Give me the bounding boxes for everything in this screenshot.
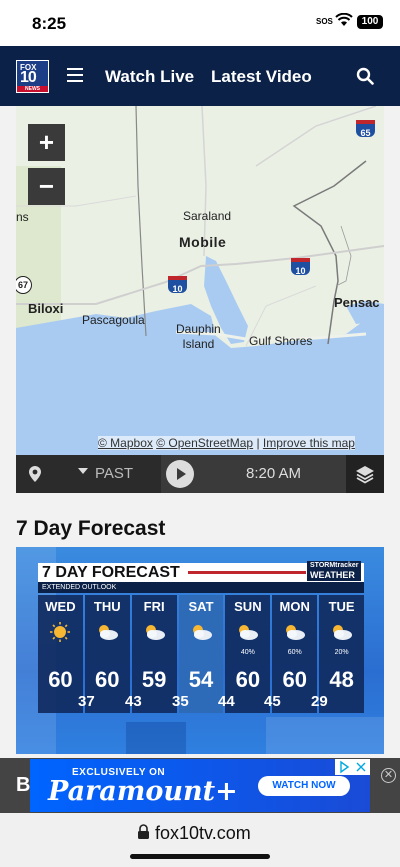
day-name: MON <box>279 599 310 614</box>
attribution-separator: | <box>256 436 260 450</box>
day-name: SUN <box>234 599 262 614</box>
stormtracker-logo: STORMtracker WEATHER <box>307 561 361 581</box>
map-label-mobile: Mobile <box>179 234 227 250</box>
high-temp: 59 <box>141 667 167 692</box>
wifi-icon <box>335 13 353 26</box>
ad-close-icon[interactable]: ✕ <box>381 768 396 783</box>
section-title-7-day-forecast: 7 Day Forecast <box>16 517 166 540</box>
map-base <box>16 106 384 455</box>
layers-icon <box>356 466 374 484</box>
improve-map-link[interactable]: Improve this map <box>263 436 355 450</box>
brand-bottom: WEATHER <box>310 570 355 580</box>
location-pin-icon[interactable] <box>28 465 42 483</box>
map-label-pascagoula: Pascagoula <box>82 313 145 327</box>
map-label-biloxi: Biloxi <box>28 301 64 316</box>
fox10-logo[interactable]: FOX 10 NEWS <box>16 60 49 93</box>
partly-cloudy-icon <box>192 625 212 640</box>
layers-button[interactable] <box>346 455 384 493</box>
seven-day-forecast-graphic[interactable]: 7 DAY FORECAST STORMtracker WEATHER EXTE… <box>16 547 384 754</box>
battery-indicator: 100 <box>357 15 383 29</box>
heading-accent <box>188 571 306 574</box>
lock-icon <box>138 824 149 839</box>
home-indicator[interactable] <box>130 854 270 859</box>
brand-top: STORMtracker <box>310 562 359 569</box>
day-name: FRI <box>143 599 165 614</box>
partly-cloudy-icon <box>333 625 353 640</box>
map-label-saraland: Saraland <box>183 209 232 223</box>
nav-link-watch-live[interactable]: Watch Live <box>105 67 194 87</box>
high-temp: 60 <box>95 667 120 692</box>
high-temp: 60 <box>48 667 73 692</box>
high-temp: 60 <box>235 667 261 692</box>
high-temp: 60 <box>282 667 307 692</box>
ad-brand: Paramount+ <box>48 776 238 807</box>
map-label-cut-city: ns <box>16 210 29 224</box>
openstreetmap-link[interactable]: © OpenStreetMap <box>156 436 253 450</box>
ad-watch-now-button[interactable]: WATCH NOW <box>258 776 350 796</box>
day-name: TUE <box>328 599 355 614</box>
paramount-plus-ad[interactable]: EXCLUSIVELY ON Paramount+ WATCH NOW <box>30 759 370 812</box>
playback-time: 8:20 AM <box>246 465 302 482</box>
day-name: SAT <box>188 599 214 614</box>
high-temp: 48 <box>329 667 354 692</box>
map-label-gulf-shores: Gulf Shores <box>249 334 313 348</box>
forecast-subheading: EXTENDED OUTLOOK <box>38 582 364 593</box>
partly-cloudy-icon <box>286 625 306 640</box>
status-bar: 8:25 SOS 100 <box>0 0 400 46</box>
menu-icon[interactable] <box>67 68 83 82</box>
radar-map[interactable]: + − ns Saraland Mobile Biloxi Pascagoula… <box>16 106 384 455</box>
low-temp: 29 <box>311 693 328 710</box>
low-temp: 35 <box>172 693 189 710</box>
interstate-10-shield-east: 10 <box>291 258 310 276</box>
mapbox-link[interactable]: © Mapbox <box>98 436 153 450</box>
bg-stripe <box>126 722 186 754</box>
logo-number: 10 <box>20 69 37 86</box>
caret-down-icon <box>78 468 88 474</box>
interstate-10-shield-west: 10 <box>168 276 187 294</box>
forecast-heading: 7 DAY FORECAST <box>42 564 180 581</box>
zoom-out-button[interactable]: − <box>28 168 65 205</box>
low-temps-row: 37 43 35 44 45 29 <box>38 693 364 713</box>
sunny-icon <box>50 622 70 642</box>
low-temp: 43 <box>125 693 142 710</box>
status-time: 8:25 <box>32 14 67 33</box>
map-attribution: © Mapbox © OpenStreetMap | Improve this … <box>98 436 355 450</box>
precip-chance: 40% <box>240 649 255 656</box>
map-label-pensacola: Pensac <box>334 295 380 310</box>
low-temp: 45 <box>264 693 281 710</box>
zoom-in-button[interactable]: + <box>28 124 65 161</box>
partly-cloudy-icon <box>239 625 259 640</box>
bg-stripe <box>266 717 384 754</box>
day-name: WED <box>45 599 76 614</box>
precip-chance: 60% <box>287 649 302 656</box>
low-temp: 44 <box>218 693 235 710</box>
site-header: FOX 10 NEWS Watch Live Latest Video <box>0 46 400 106</box>
past-dropdown[interactable]: PAST <box>74 455 162 493</box>
search-icon[interactable] <box>356 67 374 85</box>
partly-cloudy-icon <box>145 625 165 640</box>
url-text: fox10tv.com <box>155 823 251 843</box>
logo-news-text: NEWS <box>17 86 48 92</box>
partly-cloudy-icon <box>98 625 118 640</box>
precip-chance: 20% <box>334 649 349 656</box>
low-temp: 37 <box>78 693 95 710</box>
past-label: PAST <box>95 465 134 482</box>
high-temp: 54 <box>188 667 214 692</box>
next-section-title-peek: B <box>16 774 31 796</box>
day-name: THU <box>93 599 121 614</box>
adchoices-icon[interactable] <box>335 759 370 775</box>
map-label-dauphin-island: Dauphin Island <box>176 322 221 351</box>
play-icon[interactable] <box>166 460 194 488</box>
nav-link-latest-video[interactable]: Latest Video <box>211 67 312 87</box>
sos-indicator: SOS <box>316 17 333 26</box>
radar-playback-bar: PAST 8:20 AM <box>16 455 384 493</box>
playback-controls: 8:20 AM <box>161 455 346 493</box>
interstate-65-shield: 65 <box>356 120 375 138</box>
